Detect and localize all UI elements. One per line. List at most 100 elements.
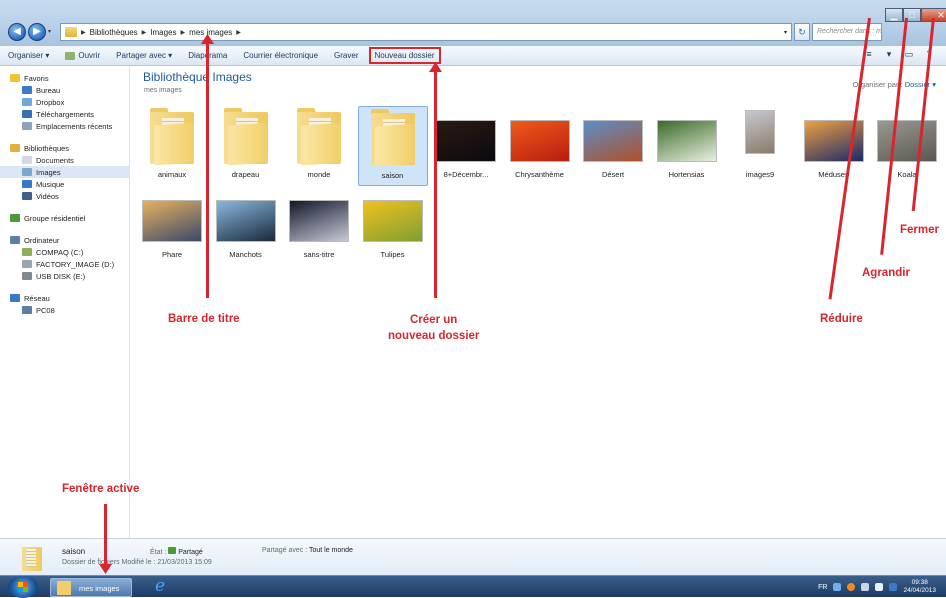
- nav-item-downloads[interactable]: Téléchargements: [0, 108, 129, 120]
- folder-item[interactable]: animaux: [137, 106, 207, 186]
- annotation-active-window: Fenêtre active: [62, 483, 140, 495]
- libraries-icon: [10, 144, 20, 152]
- library-subtitle: mes images: [144, 87, 182, 94]
- taskbar: mes images e FR 09:38 24/04/2013: [0, 575, 946, 598]
- nav-item-music[interactable]: Musique: [0, 178, 129, 190]
- nav-item-label: Groupe résidentiel: [24, 213, 86, 223]
- nav-item-desktop[interactable]: Bureau: [0, 84, 129, 96]
- network-icon: [10, 294, 20, 302]
- arrange-by[interactable]: Organiser par : Dossier ▾: [853, 80, 936, 89]
- clock[interactable]: 09:38 24/04/2013: [903, 579, 936, 595]
- recent-pages-dropdown[interactable]: ▾: [48, 28, 56, 36]
- star-icon: [10, 74, 20, 82]
- nav-item-label: Images: [36, 167, 61, 177]
- nav-item-computer[interactable]: Ordinateur: [0, 234, 129, 246]
- view-options-dropdown[interactable]: ▾: [882, 49, 896, 61]
- breadcrumb-libraries[interactable]: Bibliothèques: [90, 28, 138, 37]
- image-item[interactable]: Koala: [872, 106, 942, 186]
- security-tray-icon[interactable]: [847, 583, 856, 591]
- arrange-by-dropdown[interactable]: Dossier ▾: [905, 80, 936, 89]
- dropbox-icon: [22, 98, 32, 106]
- image-item[interactable]: Hortensias: [652, 106, 722, 186]
- action-center-icon[interactable]: [861, 583, 870, 591]
- image-item[interactable]: Méduses: [799, 106, 869, 186]
- image-item[interactable]: 8+Décembr...: [431, 106, 501, 186]
- image-item[interactable]: Désert: [578, 106, 648, 186]
- title-bar[interactable]: ◀ ▶ ▾ ▶ Bibliothèques ▶ Images ▶ mes ima…: [0, 0, 946, 46]
- file-name: images9: [745, 170, 775, 179]
- folder-icon: [297, 108, 341, 166]
- image-thumbnail: [877, 120, 937, 162]
- image-thumbnail: [509, 120, 570, 162]
- breadcrumb-images[interactable]: Images: [150, 28, 176, 37]
- new-folder-button[interactable]: Nouveau dossier: [368, 47, 441, 64]
- nav-item-usb-drive[interactable]: USB DISK (E:): [0, 270, 129, 282]
- email-button[interactable]: Courrier électronique: [235, 51, 326, 60]
- taskbar-item-mes-images[interactable]: mes images: [50, 578, 132, 597]
- breadcrumb-mes-images[interactable]: mes images: [189, 28, 232, 37]
- nav-item-videos[interactable]: Vidéos: [0, 190, 129, 202]
- nav-item-recent-places[interactable]: Emplacements récents: [0, 120, 129, 132]
- image-thumbnail: [436, 120, 496, 162]
- language-indicator[interactable]: FR: [818, 584, 827, 591]
- image-thumbnail: [583, 120, 643, 162]
- address-bar[interactable]: ▶ Bibliothèques ▶ Images ▶ mes images ▶ …: [60, 23, 792, 41]
- forward-button[interactable]: ▶: [28, 23, 46, 41]
- share-with-menu[interactable]: Partager avec ▾: [108, 51, 180, 60]
- folder-icon: [370, 109, 415, 167]
- nav-item-network[interactable]: Réseau: [0, 292, 129, 304]
- annotation-minimize: Réduire: [820, 313, 863, 325]
- image-item[interactable]: Phare: [137, 186, 207, 266]
- folder-item[interactable]: monde: [284, 106, 354, 186]
- back-button[interactable]: ◀: [8, 23, 26, 41]
- image-item[interactable]: sans-titre: [284, 186, 354, 266]
- nav-item-pc[interactable]: PC08: [0, 304, 129, 316]
- file-name: Phare: [161, 250, 182, 259]
- folder-item[interactable]: saison: [357, 106, 428, 186]
- open-icon: [65, 51, 76, 60]
- image-thumbnail: [289, 200, 349, 242]
- nav-item-documents[interactable]: Documents: [0, 154, 129, 166]
- image-thumbnail: [142, 200, 202, 242]
- file-name: saison: [381, 171, 404, 180]
- music-icon: [22, 180, 32, 188]
- start-button[interactable]: [8, 576, 38, 598]
- file-name: Chrysanthème: [515, 170, 564, 179]
- nav-item-drive-c[interactable]: COMPAQ (C:): [0, 246, 129, 258]
- nav-item-label: FACTORY_IMAGE (D:): [36, 259, 115, 269]
- flag-icon[interactable]: [889, 583, 898, 591]
- refresh-button[interactable]: ↻: [794, 23, 810, 41]
- nav-item-pictures[interactable]: Images: [0, 166, 129, 178]
- shared-icon: [168, 547, 177, 554]
- minimize-button[interactable]: ▁: [885, 8, 903, 22]
- image-thumbnail: [656, 120, 717, 162]
- folder-icon: [57, 581, 71, 595]
- nav-item-libraries[interactable]: Bibliothèques: [0, 142, 129, 154]
- nav-item-label: Bibliothèques: [24, 143, 70, 153]
- active-window-arrow: [104, 504, 107, 568]
- folder-item[interactable]: drapeau: [211, 106, 281, 186]
- image-item[interactable]: images9: [725, 106, 795, 186]
- image-item[interactable]: Tulipes: [358, 186, 428, 266]
- network-tray-icon[interactable]: [833, 583, 842, 591]
- burn-button[interactable]: Graver: [326, 51, 366, 60]
- search-input[interactable]: Rechercher dans : mes images: [812, 23, 882, 41]
- nav-item-dropbox[interactable]: Dropbox: [0, 96, 129, 108]
- file-name: Hortensias: [668, 170, 705, 179]
- file-name: Manchots: [229, 250, 262, 259]
- address-history-dropdown[interactable]: ▾: [784, 29, 787, 36]
- open-button[interactable]: Ouvrir: [57, 51, 108, 60]
- organize-menu[interactable]: Organiser ▾: [0, 51, 57, 60]
- nav-item-star[interactable]: Favoris: [0, 72, 129, 84]
- drive-d-icon: [22, 260, 32, 268]
- nav-item-label: Favoris: [24, 73, 49, 83]
- image-item[interactable]: Chrysanthème: [505, 106, 575, 186]
- computer-icon: [10, 236, 20, 244]
- nav-item-drive-d[interactable]: FACTORY_IMAGE (D:): [0, 258, 129, 270]
- nav-item-homegroup[interactable]: Groupe résidentiel: [0, 212, 129, 224]
- documents-icon: [22, 156, 32, 164]
- downloads-icon: [22, 110, 32, 118]
- volume-icon[interactable]: [875, 583, 884, 591]
- internet-explorer-icon[interactable]: e: [155, 576, 165, 596]
- image-item[interactable]: Manchots: [211, 186, 281, 266]
